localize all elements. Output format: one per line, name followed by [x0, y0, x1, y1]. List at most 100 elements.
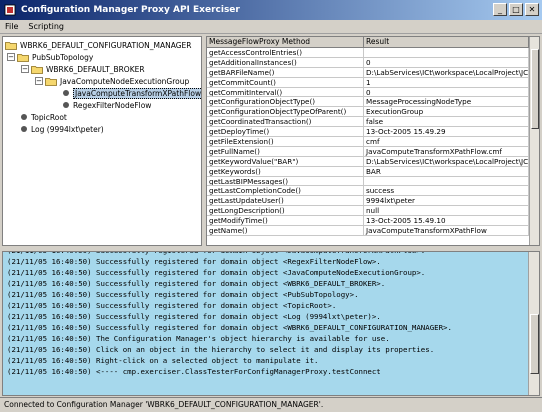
log-line: (21/11/05 16:40:50) Successfully registe…	[7, 279, 386, 288]
object-hierarchy-tree[interactable]: WBRK6_DEFAULT_CONFIGURATION_MANAGER − Pu…	[2, 36, 202, 246]
table-row[interactable]: getLastBIPMessages()	[207, 176, 539, 187]
collapse-toggle[interactable]: −	[7, 53, 15, 61]
collapse-toggle[interactable]: −	[21, 65, 29, 73]
result-cell: BAR	[364, 166, 529, 176]
method-cell: getKeywords()	[207, 166, 364, 176]
log-icon	[21, 126, 27, 132]
close-button[interactable]: ✕	[525, 3, 539, 16]
maximize-icon: □	[512, 4, 520, 14]
method-cell: getFullName()	[207, 146, 364, 156]
log-line: (21/11/05 16:40:50) Successfully registe…	[7, 257, 381, 266]
table-row[interactable]: getLastUpdateUser() 9994lxt\peter	[207, 196, 539, 207]
method-cell: getKeywordValue("BAR")	[207, 156, 364, 166]
app-icon	[3, 3, 17, 17]
table-row[interactable]: getConfigurationObjectTypeOfParent() Exec…	[207, 107, 539, 118]
table-row[interactable]: getAdditionalInstances() 0	[207, 57, 539, 68]
tree-node-topicroot[interactable]: TopicRoot	[19, 111, 67, 123]
result-cell	[364, 48, 529, 57]
menu-file[interactable]: File	[0, 22, 23, 31]
column-header-result[interactable]: Result	[364, 37, 529, 47]
tree-node-label: JavaComputeNodeExecutionGroup	[60, 76, 190, 86]
tree-node-label: PubSubTopology	[32, 52, 94, 62]
maximize-button[interactable]: □	[509, 3, 523, 16]
table-row[interactable]: getCommitCount() 1	[207, 77, 539, 88]
properties-table[interactable]: MessageFlowProxy Method Result getAccess…	[206, 36, 540, 246]
method-cell: getCommitInterval()	[207, 87, 364, 97]
tree-node-broker[interactable]: − WBRK6_DEFAULT_BROKER	[21, 63, 145, 75]
table-row[interactable]: getAccessControlEntries()	[207, 48, 539, 58]
table-row[interactable]: getName() JavaComputeTransformXPathFlow	[207, 226, 539, 236]
method-cell: getAdditionalInstances()	[207, 57, 364, 67]
table-row[interactable]: getModifyTime() 13-Oct-2005 15.49.10	[207, 216, 539, 227]
method-cell: getConfigurationObjectType()	[207, 97, 364, 107]
log-line: (21/11/05 16:40:50) Successfully registe…	[7, 301, 337, 310]
table-row[interactable]: getConfigurationObjectType() MessageProce…	[207, 97, 539, 108]
method-cell: getBARFileName()	[207, 67, 364, 77]
result-cell: D:\LabServices\ICt\workspace\LocalProjec…	[366, 156, 529, 166]
result-cell: cmf	[364, 137, 529, 146]
collapse-toggle[interactable]: −	[35, 77, 43, 85]
result-cell: 0	[364, 87, 529, 97]
log-lines: (21/11/05 16:40:50) Successfully registe…	[3, 252, 539, 377]
result-cell	[364, 176, 529, 186]
table-body: getAccessControlEntries() getAdditionalIn…	[207, 48, 539, 236]
result-cell: ExecutionGroup	[364, 107, 529, 117]
title-bar: Configuration Manager Proxy API Exercise…	[0, 0, 542, 20]
tree-node-execution-group[interactable]: − JavaComputeNodeExecutionGroup	[35, 75, 189, 87]
result-cell: D:\LabServices\ICt\workspace\LocalProjec…	[366, 67, 529, 77]
table-row[interactable]: getCommitInterval() 0	[207, 87, 539, 98]
tree-node-log[interactable]: Log (9994lxt\peter)	[19, 123, 104, 135]
table-row[interactable]: getDeployTime() 13-Oct-2005 15.49.29	[207, 127, 539, 138]
column-header-method[interactable]: MessageFlowProxy Method	[207, 37, 364, 47]
table-row[interactable]: getFileExtension() cmf	[207, 137, 539, 147]
tree-node-xpath-flow[interactable]: JavaComputeTransformXPathFlow	[61, 87, 201, 99]
log-line: (21/11/05 16:40:50) Click on an object i…	[7, 345, 435, 354]
tree-node-pubsubtopology[interactable]: − PubSubTopology	[7, 51, 93, 63]
tree-node-label: TopicRoot	[31, 112, 67, 122]
log-line: (21/11/05 16:40:50) <---- cmp.exerciser.…	[7, 367, 381, 376]
log-scrollbar[interactable]	[528, 252, 539, 395]
scrollbar-thumb[interactable]	[530, 314, 539, 374]
log-line: (21/11/05 16:40:50) Right-click on a sel…	[7, 356, 319, 365]
menu-scripting[interactable]: Scripting	[23, 22, 69, 31]
method-cell: getCommitCount()	[207, 77, 364, 87]
table-row[interactable]: getBARFileName() D:\LabServices\ICt\works…	[207, 67, 539, 78]
result-cell: 9994lxt\peter	[364, 196, 529, 206]
tree-node-regex-flow[interactable]: RegexFilterNodeFlow	[61, 99, 151, 111]
table-row[interactable]: getLastCompletionCode() success	[207, 186, 539, 197]
method-cell: getLastCompletionCode()	[207, 186, 364, 196]
minimize-icon: _	[498, 4, 502, 14]
table-row[interactable]: getFullName() JavaComputeTransformXPathFl…	[207, 146, 539, 157]
method-cell: getModifyTime()	[207, 216, 364, 226]
log-line: (21/11/05 16:40:50) Successfully registe…	[7, 268, 426, 277]
log-output[interactable]: (21/11/05 16:40:50) Successfully registe…	[2, 251, 540, 396]
table-header: MessageFlowProxy Method Result	[207, 37, 539, 48]
topic-icon	[21, 114, 27, 120]
result-cell: 1	[364, 77, 529, 87]
result-cell: JavaComputeTransformXPathFlow	[364, 226, 529, 235]
table-row[interactable]: getLongDescription() null	[207, 206, 539, 217]
tree-node-label: Log (9994lxt\peter)	[31, 124, 104, 134]
method-cell: getDeployTime()	[207, 127, 364, 137]
scrollbar-thumb[interactable]	[531, 49, 539, 129]
table-row[interactable]: getCoordinatedTransaction() false	[207, 117, 539, 128]
method-cell: getName()	[207, 226, 364, 235]
menu-bar: File Scripting	[0, 20, 542, 34]
method-cell: getConfigurationObjectTypeOfParent()	[207, 107, 364, 117]
table-row[interactable]: getKeywordValue("BAR") D:\LabServices\ICt…	[207, 156, 539, 167]
table-scrollbar[interactable]	[529, 37, 539, 245]
result-cell: false	[364, 117, 529, 127]
table-row[interactable]: getKeywords() BAR	[207, 166, 539, 177]
method-cell: getFileExtension()	[207, 137, 364, 146]
method-cell: getAccessControlEntries()	[207, 48, 364, 57]
result-cell: 13-Oct-2005 15.49.10	[364, 216, 529, 226]
result-cell: 13-Oct-2005 15.49.29	[364, 127, 529, 137]
tree-node-label: WBRK6_DEFAULT_CONFIGURATION_MANAGER	[20, 40, 192, 50]
log-line: (21/11/05 16:40:50) The Configuration Ma…	[7, 334, 390, 343]
window-title: Configuration Manager Proxy API Exercise…	[21, 5, 240, 15]
tree-node-configuration-manager[interactable]: WBRK6_DEFAULT_CONFIGURATION_MANAGER	[5, 39, 192, 51]
close-icon: ✕	[528, 4, 536, 14]
method-cell: getLastUpdateUser()	[207, 196, 364, 206]
result-cell: MessageProcessingNodeType	[364, 97, 529, 107]
minimize-button[interactable]: _	[493, 3, 507, 16]
